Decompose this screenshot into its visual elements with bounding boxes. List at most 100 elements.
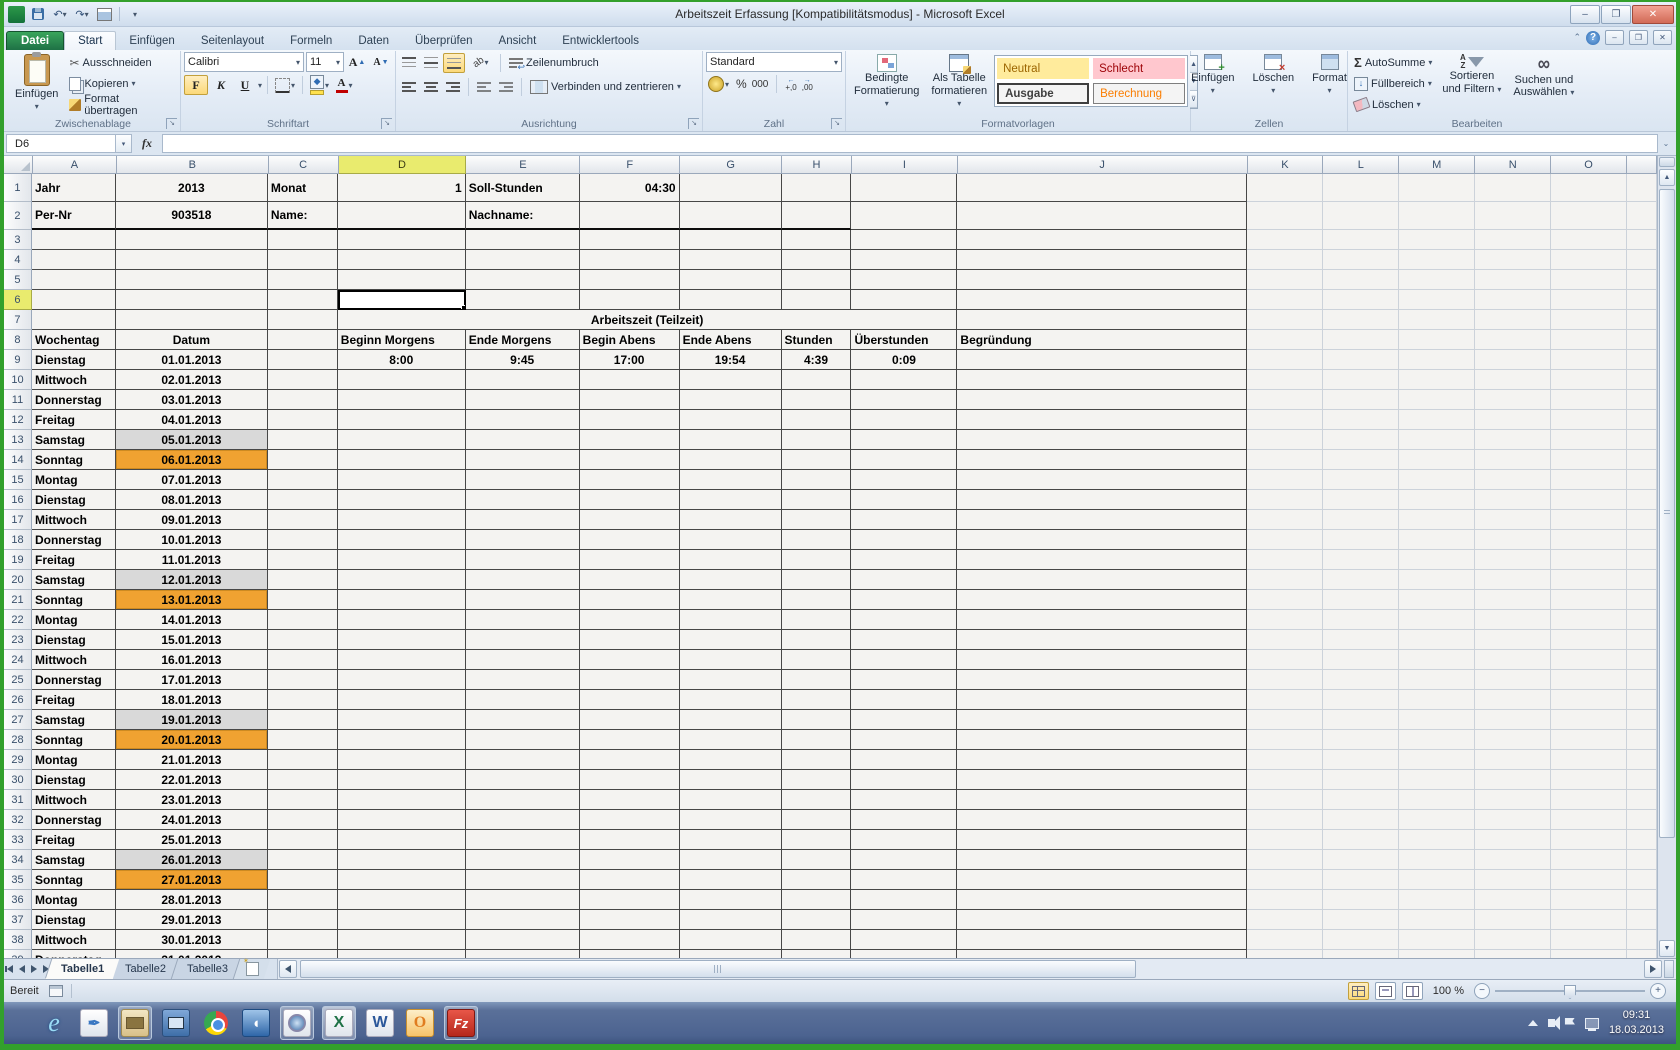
fill-button[interactable]: ↓Füllbereich▾	[1351, 73, 1435, 94]
cell-J25[interactable]	[957, 670, 1247, 690]
row-header-17[interactable]: 17	[4, 510, 32, 530]
cell-F14[interactable]	[580, 450, 680, 470]
cell-N19[interactable]	[1475, 550, 1551, 570]
cell-H37[interactable]	[782, 910, 852, 930]
cell-O33[interactable]	[1551, 830, 1627, 850]
cell-K19[interactable]	[1247, 550, 1323, 570]
cell-A29[interactable]: Montag	[32, 750, 116, 770]
font-size-select[interactable]: 11▾	[306, 52, 344, 72]
tab-entwicklertools[interactable]: Entwicklertools	[549, 32, 652, 50]
cell-B7[interactable]	[116, 310, 268, 330]
cell-A7[interactable]	[32, 310, 116, 330]
cell-A23[interactable]: Dienstag	[32, 630, 116, 650]
cell-E39[interactable]	[466, 950, 580, 958]
cell-L27[interactable]	[1323, 710, 1399, 730]
cell-P7[interactable]	[1627, 310, 1657, 330]
cell-N35[interactable]	[1475, 870, 1551, 890]
row-header-8[interactable]: 8	[4, 330, 32, 350]
cell-K10[interactable]	[1247, 370, 1323, 390]
cell-C23[interactable]	[268, 630, 338, 650]
cell-J2[interactable]	[957, 202, 1247, 230]
cell-P18[interactable]	[1627, 530, 1657, 550]
cell-C24[interactable]	[268, 650, 338, 670]
cell-F29[interactable]	[580, 750, 680, 770]
cell-P13[interactable]	[1627, 430, 1657, 450]
number-format-select[interactable]: Standard▾	[706, 52, 842, 72]
cell-J6[interactable]	[957, 290, 1247, 310]
cell-H13[interactable]	[782, 430, 852, 450]
autosum-button[interactable]: ΣAutoSumme▾	[1351, 52, 1435, 73]
cell-G26[interactable]	[680, 690, 782, 710]
cell-M8[interactable]	[1399, 330, 1475, 350]
cell-M19[interactable]	[1399, 550, 1475, 570]
cell-I4[interactable]	[851, 250, 957, 270]
cell-I31[interactable]	[851, 790, 957, 810]
cell-G3[interactable]	[680, 230, 782, 250]
cell-E18[interactable]	[466, 530, 580, 550]
cell-I1[interactable]	[851, 174, 957, 202]
insert-cells-button[interactable]: + Einfügen▾	[1183, 52, 1242, 97]
cell-L17[interactable]	[1323, 510, 1399, 530]
cell-B32[interactable]: 24.01.2013	[116, 810, 268, 830]
cell-M24[interactable]	[1399, 650, 1475, 670]
cell-E11[interactable]	[466, 390, 580, 410]
cell-C33[interactable]	[268, 830, 338, 850]
shrink-font-button[interactable]: A▼	[370, 53, 392, 71]
cell-B21[interactable]: 13.01.2013	[116, 590, 268, 610]
cell-J9[interactable]	[957, 350, 1247, 370]
cell-K22[interactable]	[1247, 610, 1323, 630]
cell-H25[interactable]	[782, 670, 852, 690]
cell-E34[interactable]	[466, 850, 580, 870]
cell-G34[interactable]	[680, 850, 782, 870]
cell-merged-section-title[interactable]: Arbeitszeit (Teilzeit)	[338, 310, 958, 330]
cell-N3[interactable]	[1475, 230, 1551, 250]
cell-L18[interactable]	[1323, 530, 1399, 550]
cell-I36[interactable]	[851, 890, 957, 910]
column-header-i[interactable]: I	[852, 156, 958, 174]
row-header-13[interactable]: 13	[4, 430, 32, 450]
cell-L33[interactable]	[1323, 830, 1399, 850]
cell-D29[interactable]	[338, 750, 466, 770]
cell-C4[interactable]	[268, 250, 338, 270]
cell-O10[interactable]	[1551, 370, 1627, 390]
cell-I37[interactable]	[851, 910, 957, 930]
cell-E12[interactable]	[466, 410, 580, 430]
cell-J7[interactable]	[957, 310, 1247, 330]
cell-I22[interactable]	[851, 610, 957, 630]
cell-I33[interactable]	[851, 830, 957, 850]
cell-F26[interactable]	[580, 690, 680, 710]
format-painter-button[interactable]: Format übertragen	[66, 94, 177, 115]
photo-viewer-icon[interactable]	[280, 1006, 314, 1040]
cell-F18[interactable]	[580, 530, 680, 550]
speaker-icon[interactable]	[1548, 1019, 1555, 1027]
row-header-36[interactable]: 36	[4, 890, 32, 910]
cell-F25[interactable]	[580, 670, 680, 690]
next-sheet-icon[interactable]	[31, 965, 37, 973]
cell-L16[interactable]	[1323, 490, 1399, 510]
cell-G24[interactable]	[680, 650, 782, 670]
cell-O30[interactable]	[1551, 770, 1627, 790]
cell-D4[interactable]	[338, 250, 466, 270]
cell-H24[interactable]	[782, 650, 852, 670]
cell-P38[interactable]	[1627, 930, 1657, 950]
cell-N12[interactable]	[1475, 410, 1551, 430]
cell-L8[interactable]	[1323, 330, 1399, 350]
cell-E32[interactable]	[466, 810, 580, 830]
cell-P10[interactable]	[1627, 370, 1657, 390]
row-header-37[interactable]: 37	[4, 910, 32, 930]
zoom-level[interactable]: 100 %	[1433, 985, 1464, 997]
cell-J37[interactable]	[957, 910, 1247, 930]
style-ausgabe[interactable]: Ausgabe	[997, 83, 1089, 104]
cell-G9[interactable]: 19:54	[680, 350, 782, 370]
insert-worksheet-button[interactable]	[233, 959, 270, 979]
cell-K32[interactable]	[1247, 810, 1323, 830]
cell-L36[interactable]	[1323, 890, 1399, 910]
row-header-16[interactable]: 16	[4, 490, 32, 510]
cell-J18[interactable]	[957, 530, 1247, 550]
cell-M18[interactable]	[1399, 530, 1475, 550]
cell-A14[interactable]: Sonntag	[32, 450, 116, 470]
cell-E5[interactable]	[466, 270, 580, 290]
cell-E29[interactable]	[466, 750, 580, 770]
cell-J32[interactable]	[957, 810, 1247, 830]
column-header-n[interactable]: N	[1475, 156, 1551, 174]
